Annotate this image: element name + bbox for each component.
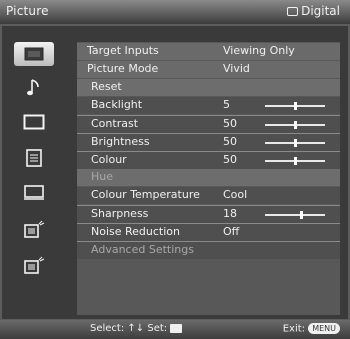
row-value: Off — [223, 225, 240, 238]
brightness-slider[interactable] — [265, 139, 325, 147]
row-label: Hue — [91, 170, 114, 183]
row-value: 5 — [223, 98, 230, 111]
navigation-hints: Select: ↑↓ Set: — [90, 323, 183, 334]
sharpness-slider[interactable] — [265, 211, 325, 219]
backlight-slider[interactable] — [265, 102, 325, 110]
row-value: 50 — [223, 153, 237, 166]
row-label: Colour Temperature — [91, 188, 200, 201]
row-label: Brightness — [91, 135, 150, 148]
footer-hints: Select: ↑↓ Set: Exit: MENU — [0, 320, 350, 339]
enter-button-icon — [170, 323, 183, 333]
menu-row-sharpness[interactable]: Sharpness 18 — [77, 205, 340, 223]
menu-title: Picture — [6, 4, 49, 18]
row-value: Cool — [223, 188, 248, 201]
menu-row-colour-temperature[interactable]: Colour Temperature Cool — [77, 187, 340, 204]
row-label: Backlight — [91, 98, 143, 111]
slider-knob[interactable] — [300, 211, 303, 219]
contrast-slider[interactable] — [265, 121, 325, 129]
source-icon — [287, 6, 299, 16]
up-down-arrow-icon: ↑↓ — [127, 323, 145, 334]
row-label: Picture Mode — [87, 62, 159, 75]
menu-header: Picture Digital — [0, 0, 350, 24]
row-label: Sharpness — [91, 207, 149, 220]
source-label: Digital — [301, 4, 340, 18]
slider-knob[interactable] — [294, 121, 297, 129]
row-value: 50 — [223, 117, 237, 130]
exit-hint: Exit: MENU — [283, 323, 340, 335]
tv-icon[interactable] — [14, 253, 54, 277]
row-label: Advanced Settings — [91, 243, 194, 256]
picture-icon[interactable] — [14, 42, 54, 66]
menu-row-backlight[interactable]: Backlight 5 — [77, 97, 340, 114]
select-hint-label: Select: — [90, 323, 125, 334]
menu-row-hue: Hue — [77, 169, 340, 186]
row-value: Vivid — [223, 62, 250, 75]
set-hint-label: Set: — [147, 323, 168, 334]
slider-knob[interactable] — [294, 139, 297, 147]
menu-row-brightness[interactable]: Brightness 50 — [77, 133, 340, 151]
music-note-icon[interactable] — [14, 76, 54, 100]
list-icon[interactable] — [14, 146, 54, 170]
menu-row-colour[interactable]: Colour 50 — [77, 151, 340, 169]
row-label: Noise Reduction — [91, 225, 180, 238]
menu-row-reset[interactable]: Reset — [77, 79, 340, 96]
row-label: Target Inputs — [87, 44, 159, 57]
menu-key-icon: MENU — [308, 323, 340, 334]
row-value: 18 — [223, 207, 237, 220]
category-sidebar — [10, 42, 58, 320]
menu-row-contrast[interactable]: Contrast 50 — [77, 115, 340, 133]
colour-slider[interactable] — [265, 157, 325, 165]
row-value: Viewing Only — [223, 44, 295, 57]
menu-row-advanced-settings: Advanced Settings — [77, 241, 340, 259]
display-icon[interactable] — [14, 181, 54, 205]
slider-knob[interactable] — [294, 157, 297, 165]
menu-row-noise-reduction[interactable]: Noise Reduction Off — [77, 223, 340, 241]
slider-knob[interactable] — [294, 102, 297, 110]
menu-row-picture-mode[interactable]: Picture Mode Vivid — [77, 61, 340, 78]
picture-menu-panel: Target Inputs Viewing Only Picture Mode … — [77, 42, 340, 315]
exit-hint-label: Exit: — [282, 323, 306, 335]
menu-row-target-inputs[interactable]: Target Inputs Viewing Only — [77, 43, 340, 60]
row-label: Reset — [91, 80, 122, 93]
screen-icon[interactable] — [14, 110, 54, 134]
input-icon[interactable] — [14, 217, 54, 241]
row-label: Colour — [91, 153, 127, 166]
input-source: Digital — [287, 4, 340, 18]
row-label: Contrast — [91, 117, 139, 130]
tv-osd: Picture Digital Target Inputs Viewing On… — [0, 0, 350, 339]
row-value: 50 — [223, 135, 237, 148]
